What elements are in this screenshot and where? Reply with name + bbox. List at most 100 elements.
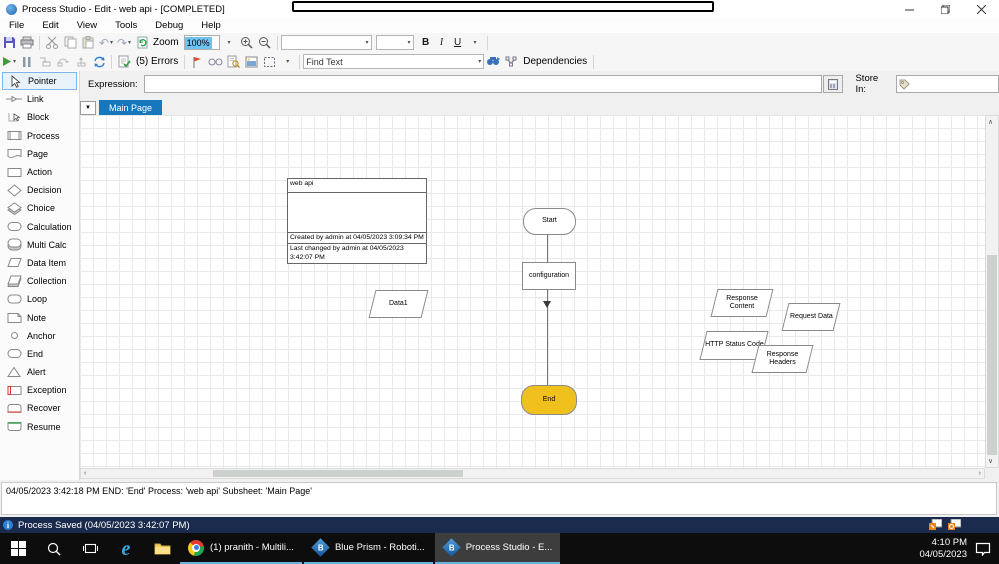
horizontal-scroll-thumb[interactable] — [213, 470, 463, 477]
link-start-to-configuration[interactable] — [547, 233, 548, 263]
menu-edit[interactable]: Edit — [33, 20, 67, 31]
font-family-select[interactable]: ▾ — [280, 35, 372, 50]
edge-button[interactable]: e — [108, 533, 144, 564]
taskbar-app-process-studio[interactable]: B Process Studio - E... — [434, 533, 561, 564]
refresh-page-icon[interactable] — [133, 34, 151, 51]
breakpoint-icon[interactable] — [206, 53, 224, 70]
font-color-dropdown-icon[interactable]: ▾ — [466, 34, 484, 51]
paste-icon[interactable] — [79, 34, 97, 51]
zoom-out-icon[interactable] — [256, 34, 274, 51]
errors-label[interactable]: (5) Errors — [133, 53, 181, 70]
view-dropdown-icon[interactable]: ▾ — [278, 53, 296, 70]
scroll-down-icon[interactable]: ∨ — [988, 457, 993, 465]
zoom-dropdown-icon[interactable]: ▾ — [220, 34, 238, 51]
tool-block[interactable]: Block — [0, 108, 79, 126]
file-explorer-button[interactable] — [144, 533, 180, 564]
font-size-select[interactable]: ▾ — [375, 35, 414, 50]
step-out-icon[interactable] — [72, 53, 90, 70]
find-next-icon[interactable] — [484, 53, 502, 70]
start-button[interactable] — [0, 533, 36, 564]
close-button[interactable] — [963, 0, 999, 18]
zoom-search-icon[interactable] — [948, 519, 961, 530]
tool-recover[interactable]: Recover — [0, 399, 79, 417]
dependencies-label[interactable]: Dependencies — [520, 53, 590, 70]
data-item-data1[interactable]: Data1 — [368, 290, 429, 318]
tool-resume[interactable]: Resume — [0, 418, 79, 436]
minimize-button[interactable] — [891, 0, 927, 18]
bold-button[interactable]: B — [418, 37, 434, 48]
reset-icon[interactable] — [90, 53, 108, 70]
flag-icon[interactable] — [188, 53, 206, 70]
print-icon[interactable] — [18, 34, 36, 51]
dependencies-icon[interactable] — [502, 53, 520, 70]
step-over-icon[interactable] — [54, 53, 72, 70]
zoom-window-icon[interactable] — [929, 519, 942, 530]
tool-exception[interactable]: Exception — [0, 381, 79, 399]
find-in-page-icon[interactable] — [224, 53, 242, 70]
taskbar-app-blue-prism[interactable]: B Blue Prism - Roboti... — [303, 533, 433, 564]
tool-loop[interactable]: Loop — [0, 290, 79, 308]
taskbar-search-button[interactable] — [36, 533, 72, 564]
configuration-action-node[interactable]: configuration — [522, 262, 576, 290]
zoom-in-icon[interactable] — [238, 34, 256, 51]
tab-main-page[interactable]: Main Page — [99, 100, 163, 115]
cut-icon[interactable] — [43, 34, 61, 51]
horizontal-scrollbar[interactable]: ‹ › — [80, 468, 985, 479]
validation-icon[interactable] — [115, 53, 133, 70]
scroll-up-icon[interactable]: ∧ — [988, 118, 993, 126]
menu-tools[interactable]: Tools — [106, 20, 146, 31]
save-icon[interactable] — [0, 34, 18, 51]
task-view-button[interactable] — [72, 533, 108, 564]
tool-action[interactable]: Action — [0, 163, 79, 181]
vertical-scroll-thumb[interactable] — [987, 255, 997, 455]
underline-button[interactable]: U — [450, 37, 466, 48]
start-node[interactable]: Start — [523, 208, 576, 235]
store-in-input[interactable] — [895, 75, 999, 93]
redo-icon[interactable]: ↷ ▾ — [115, 34, 133, 51]
data-item-response-content[interactable]: Response Content — [710, 289, 774, 317]
tool-collection[interactable]: Collection — [0, 272, 79, 290]
undo-icon[interactable]: ↶ ▾ — [97, 34, 115, 51]
italic-button[interactable]: I — [434, 37, 450, 48]
tool-process[interactable]: Process — [0, 127, 79, 145]
tool-link[interactable]: Link — [0, 90, 79, 108]
tool-page[interactable]: Page — [0, 145, 79, 163]
data-item-response-headers[interactable]: Response Headers — [751, 345, 814, 373]
step-in-icon[interactable] — [36, 53, 54, 70]
selection-mode-icon[interactable] — [260, 53, 278, 70]
end-node[interactable]: End — [521, 385, 577, 415]
tool-anchor[interactable]: Anchor — [0, 327, 79, 345]
tool-multi-calc[interactable]: Multi Calc — [0, 236, 79, 254]
menu-file[interactable]: File — [0, 20, 33, 31]
tool-calculation[interactable]: Calculation — [0, 218, 79, 236]
tab-list-dropdown[interactable]: ▼ — [80, 101, 96, 115]
menu-debug[interactable]: Debug — [146, 20, 192, 31]
process-canvas[interactable]: web api Created by admin at 04/05/2023 3… — [80, 115, 985, 468]
restore-button[interactable] — [927, 0, 963, 18]
image-view-icon[interactable] — [242, 53, 260, 70]
taskbar-app-chrome[interactable]: (1) pranith - Multili... — [180, 533, 302, 564]
tool-pointer[interactable]: Pointer — [2, 72, 77, 91]
expression-input[interactable] — [143, 75, 823, 93]
data-item-request-data[interactable]: Request Data — [781, 303, 841, 331]
find-text-input[interactable]: Find Text ▾ — [303, 54, 485, 69]
play-button[interactable]: ▾ — [0, 53, 18, 70]
expression-editor-icon[interactable] — [823, 75, 844, 93]
zoom-value-input[interactable]: 100% — [183, 35, 220, 50]
tool-note[interactable]: Note — [0, 308, 79, 326]
tool-end[interactable]: End — [0, 345, 79, 363]
menu-view[interactable]: View — [68, 20, 106, 31]
vertical-scrollbar[interactable]: ∧ ∨ — [985, 115, 999, 468]
copy-icon[interactable] — [61, 34, 79, 51]
scroll-left-icon[interactable]: ‹ — [84, 470, 86, 477]
tool-alert[interactable]: Alert — [0, 363, 79, 381]
menu-help[interactable]: Help — [192, 20, 230, 31]
tool-decision[interactable]: Decision — [0, 181, 79, 199]
scroll-right-icon[interactable]: › — [979, 470, 981, 477]
tool-choice[interactable]: Choice — [0, 199, 79, 217]
pause-button[interactable] — [18, 53, 36, 70]
taskbar-clock[interactable]: 4:10 PM 04/05/2023 — [919, 537, 967, 561]
tool-data-item[interactable]: Data Item — [0, 254, 79, 272]
process-info-note[interactable]: web api Created by admin at 04/05/2023 3… — [287, 178, 427, 264]
notification-center-icon[interactable] — [975, 542, 991, 556]
